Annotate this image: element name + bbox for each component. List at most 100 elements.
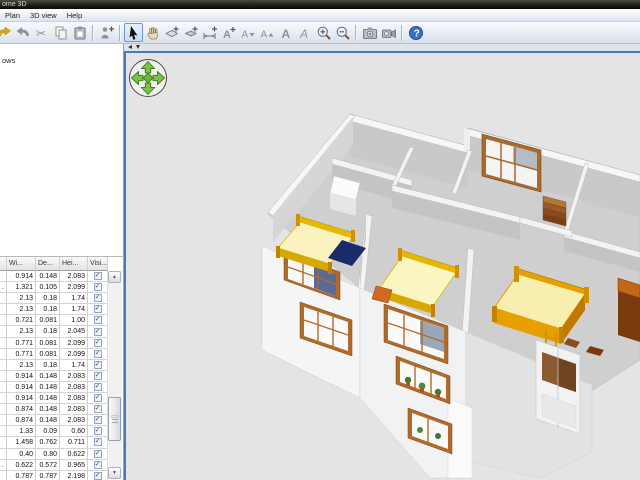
- table-scrollbar[interactable]: ▲ ▼: [107, 271, 122, 479]
- table-row[interactable]: .1.3210.1052.099✓: [0, 282, 108, 293]
- zoom-in-button[interactable]: [314, 23, 333, 42]
- column-header-height[interactable]: Hei...: [60, 257, 88, 271]
- create-walls-icon: [164, 25, 180, 41]
- create-walls-button[interactable]: [162, 23, 181, 42]
- italic-button[interactable]: A: [295, 23, 314, 42]
- undo-button[interactable]: [0, 23, 13, 42]
- help-button[interactable]: ?: [406, 23, 425, 42]
- closet[interactable]: [536, 340, 580, 434]
- visible-checkbox[interactable]: ✓: [94, 427, 102, 435]
- increase-text-size-button[interactable]: A: [257, 23, 276, 42]
- create-video-button[interactable]: [379, 23, 398, 42]
- table-row[interactable]: 0.7870.7872.198✓: [0, 471, 108, 480]
- visible-checkbox[interactable]: ✓: [94, 294, 102, 302]
- visible-checkbox[interactable]: ✓: [94, 438, 102, 446]
- table-row[interactable]: 0.9140.1482.083✓: [0, 393, 108, 404]
- table-cell: [0, 326, 7, 337]
- visible-checkbox[interactable]: ✓: [94, 305, 102, 313]
- menu-plan[interactable]: Plan: [0, 11, 25, 20]
- table-cell: 0.622: [60, 449, 88, 460]
- zoom-out-button[interactable]: [333, 23, 352, 42]
- table-row[interactable]: 2.130.181.74✓: [0, 293, 108, 304]
- select-button[interactable]: [124, 23, 143, 42]
- menu-3d-view[interactable]: 3D view: [25, 11, 62, 20]
- visible-checkbox[interactable]: ✓: [94, 361, 102, 369]
- table-cell-visible: ✓: [88, 371, 108, 382]
- create-dimensions-button[interactable]: [200, 23, 219, 42]
- house[interactable]: [262, 114, 640, 478]
- visible-checkbox[interactable]: ✓: [94, 394, 102, 402]
- table-cell: 2.083: [60, 404, 88, 415]
- navigation-compass[interactable]: [130, 60, 167, 97]
- table-row[interactable]: 0.8740.1482.083✓: [0, 404, 108, 415]
- table-row[interactable]: 1.330.090.60✓: [0, 426, 108, 437]
- table-row[interactable]: 0.400.800.622✓: [0, 449, 108, 460]
- furniture-catalog-panel[interactable]: ows: [0, 44, 124, 257]
- visible-checkbox[interactable]: ✓: [94, 272, 102, 280]
- toolbar-separator: [92, 25, 94, 41]
- wardrobe-brown[interactable]: [618, 278, 640, 342]
- bold-button[interactable]: A: [276, 23, 295, 42]
- furniture-table: Wi...De...Hei...Visi... 0.9140.1482.083✓…: [0, 257, 108, 480]
- menu-help[interactable]: Help: [62, 11, 87, 20]
- create-rooms-button[interactable]: [181, 23, 200, 42]
- table-row[interactable]: 2.130.181.74✓: [0, 360, 108, 371]
- visible-checkbox[interactable]: ✓: [94, 383, 102, 391]
- scrollbar-thumb[interactable]: [108, 397, 121, 441]
- column-header-name[interactable]: [0, 257, 7, 271]
- table-cell: 0.771: [7, 338, 36, 349]
- create-video-icon: [381, 25, 397, 41]
- wardrobe-white[interactable]: [330, 176, 360, 216]
- visible-checkbox[interactable]: ✓: [94, 316, 102, 324]
- column-header-depth[interactable]: De...: [36, 257, 60, 271]
- table-row[interactable]: 2.130.181.74✓: [0, 304, 108, 315]
- table-row[interactable]: 0.7710.0812.099✓: [0, 349, 108, 360]
- table-row[interactable]: 0.9140.1482.083✓: [0, 371, 108, 382]
- table-row[interactable]: 2.130.182.045✓: [0, 326, 108, 337]
- visible-checkbox[interactable]: ✓: [94, 339, 102, 347]
- add-text-button[interactable]: A: [219, 23, 238, 42]
- table-row[interactable]: 0.9140.1482.083✓: [0, 382, 108, 393]
- table-row[interactable]: 1.4580.7620.711✓: [0, 437, 108, 448]
- table-row[interactable]: 0.8740.1482.083✓: [0, 415, 108, 426]
- visible-checkbox[interactable]: ✓: [94, 472, 102, 480]
- table-row[interactable]: 0.7210.0811.00✓: [0, 315, 108, 326]
- help-icon: ?: [408, 25, 424, 41]
- create-photo-button[interactable]: [360, 23, 379, 42]
- visible-checkbox[interactable]: ✓: [94, 350, 102, 358]
- visible-checkbox[interactable]: ✓: [94, 283, 102, 291]
- scroll-down-arrow[interactable]: ▼: [108, 467, 121, 479]
- visible-checkbox[interactable]: ✓: [94, 450, 102, 458]
- visible-checkbox[interactable]: ✓: [94, 372, 102, 380]
- splitter-collapse-icon[interactable]: [128, 45, 132, 49]
- 3d-view-canvas[interactable]: [124, 51, 640, 480]
- cut-button[interactable]: ✂: [32, 23, 51, 42]
- redo-button[interactable]: [13, 23, 32, 42]
- visible-checkbox[interactable]: ✓: [94, 405, 102, 413]
- column-header-visible[interactable]: Visi...: [88, 257, 108, 271]
- splitter-expand-icon[interactable]: [136, 45, 140, 49]
- decrease-text-size-icon: A: [240, 25, 256, 41]
- visible-checkbox[interactable]: ✓: [94, 416, 102, 424]
- pan-button[interactable]: [143, 23, 162, 42]
- window-title-bar[interactable]: ome 3D: [0, 0, 640, 9]
- table-cell: 1.33: [7, 426, 36, 437]
- column-header-width[interactable]: Wi...: [7, 257, 36, 271]
- table-row[interactable]: .0.6220.5720.965✓: [0, 460, 108, 471]
- visible-checkbox[interactable]: ✓: [94, 328, 102, 336]
- table-cell: 0.787: [7, 471, 36, 480]
- paste-button[interactable]: [70, 23, 89, 42]
- copy-button[interactable]: [51, 23, 70, 42]
- decrease-text-size-button[interactable]: A: [238, 23, 257, 42]
- table-cell: 1.74: [60, 360, 88, 371]
- scroll-up-arrow[interactable]: ▲: [108, 271, 121, 283]
- svg-text:A: A: [299, 27, 308, 41]
- table-cell: 2.13: [7, 293, 36, 304]
- table-cell: 2.198: [60, 471, 88, 480]
- panel-splitter[interactable]: [124, 44, 640, 51]
- table-row[interactable]: 0.9140.1482.083✓: [0, 271, 108, 282]
- visible-checkbox[interactable]: ✓: [94, 461, 102, 469]
- table-row[interactable]: 0.7710.0812.099✓: [0, 338, 108, 349]
- add-furniture-button[interactable]: [97, 23, 116, 42]
- furniture-table-header[interactable]: Wi...De...Hei...Visi...: [0, 257, 108, 271]
